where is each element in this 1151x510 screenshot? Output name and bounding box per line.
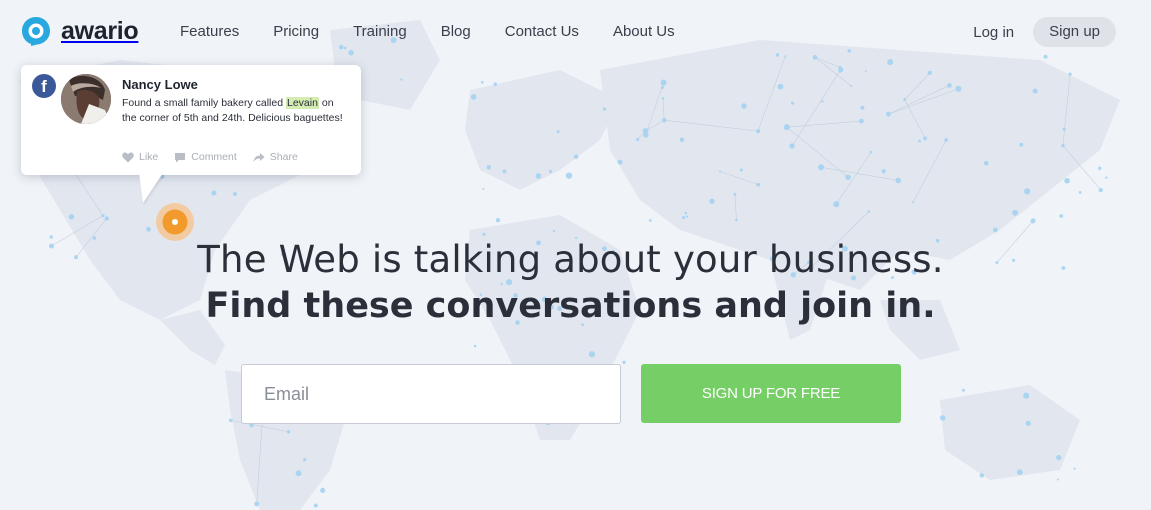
location-pin-icon [156, 203, 194, 241]
hero-headline: The Web is talking about your business. [197, 238, 944, 281]
avatar [61, 74, 111, 124]
share-action[interactable]: Share [253, 151, 298, 163]
like-label: Like [139, 151, 159, 163]
nav-pricing[interactable]: Pricing [273, 22, 319, 42]
share-icon [253, 152, 265, 162]
main-nav: Features Pricing Training Blog Contact U… [180, 22, 709, 42]
post-text-before: Found a small family bakery called [122, 97, 286, 109]
heart-icon [122, 152, 134, 162]
nav-training[interactable]: Training [353, 22, 407, 42]
awario-logo-icon [22, 17, 50, 46]
comment-icon [175, 152, 186, 162]
social-post-card: f Nancy Lowe Found a small family bakery… [21, 65, 361, 203]
card-pointer [139, 173, 163, 203]
nav-about-us[interactable]: About Us [613, 22, 675, 42]
hero-subheadline: Find these conversations and join in. [205, 286, 936, 326]
brand-name: awario [61, 16, 139, 45]
facebook-icon: f [32, 74, 56, 98]
post-author: Nancy Lowe [122, 77, 198, 92]
post-actions: Like Comment Share [122, 151, 314, 163]
nav-features[interactable]: Features [180, 22, 239, 42]
post-text: Found a small family bakery called Levai… [122, 96, 350, 126]
email-input[interactable] [241, 364, 621, 424]
signup-for-free-button[interactable]: SIGN UP FOR FREE [641, 364, 901, 423]
like-action[interactable]: Like [122, 151, 158, 163]
nav-blog[interactable]: Blog [441, 22, 471, 42]
comment-label: Comment [191, 151, 237, 163]
keyword-highlight: Levain [286, 97, 319, 109]
site-header: awario Features Pricing Training Blog Co… [0, 0, 1151, 64]
comment-action[interactable]: Comment [174, 151, 237, 163]
login-link[interactable]: Log in [973, 24, 1014, 41]
brand-logo[interactable]: awario [20, 15, 139, 47]
signup-button[interactable]: Sign up [1033, 17, 1116, 47]
auth-links: Log in Sign up [973, 17, 1116, 47]
nav-contact-us[interactable]: Contact Us [505, 22, 579, 42]
share-label: Share [269, 151, 298, 163]
